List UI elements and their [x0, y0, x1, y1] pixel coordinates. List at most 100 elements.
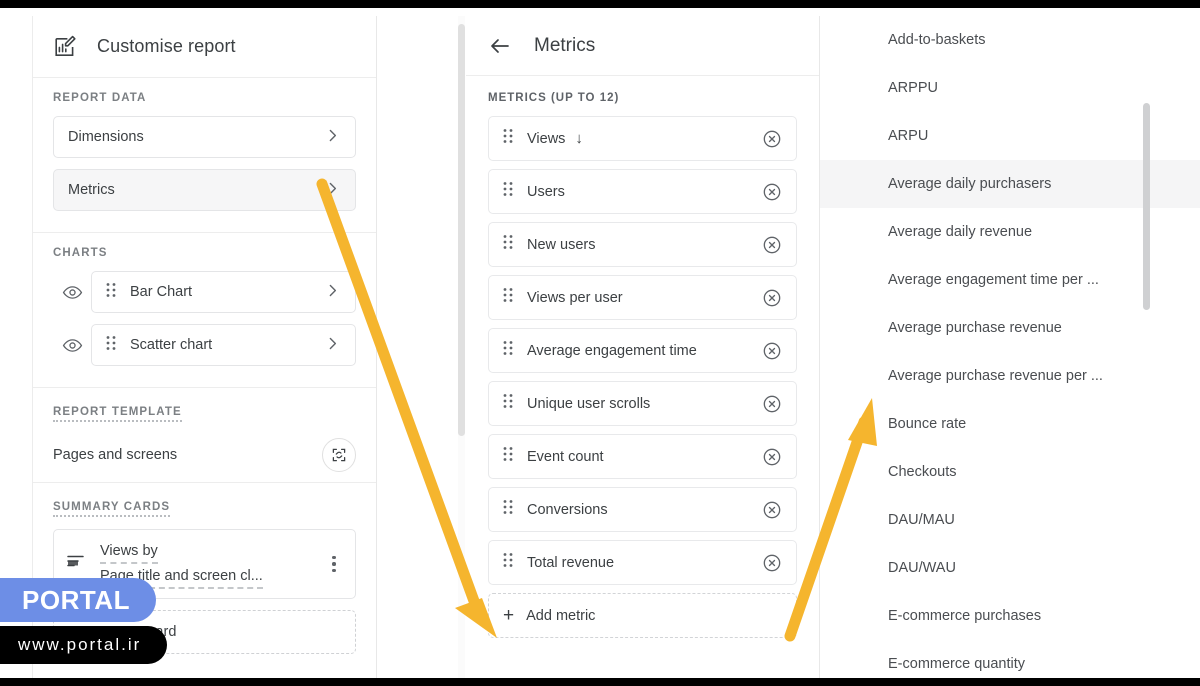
- option-label: Average daily revenue: [888, 224, 1032, 240]
- metrics-panel: Metrics METRICS (UP TO 12) Views ↓: [466, 16, 820, 678]
- scatter-chart-label: Scatter chart: [130, 337, 324, 353]
- remove-metric-icon[interactable]: [762, 129, 782, 149]
- metric-label-wrap: Users: [527, 184, 762, 200]
- summary-cards-label: SUMMARY CARDS: [53, 501, 170, 517]
- metric-row[interactable]: Event count: [488, 434, 797, 479]
- charts-section: CHARTS Bar Cha: [33, 233, 376, 388]
- metrics-count-label: METRICS (UP TO 12): [488, 92, 797, 104]
- list-item[interactable]: Checkouts: [820, 448, 1200, 496]
- watermark-brand: PORTAL: [0, 578, 156, 622]
- bar-chart-item[interactable]: Bar Chart: [91, 271, 356, 313]
- metric-label: Average engagement time: [527, 343, 697, 359]
- drag-handle-icon[interactable]: [106, 282, 118, 302]
- drag-handle-icon[interactable]: [503, 181, 515, 202]
- remove-metric-icon[interactable]: [762, 182, 782, 202]
- metric-row[interactable]: Views ↓: [488, 116, 797, 161]
- chevron-right-icon: [324, 127, 341, 148]
- option-label: Checkouts: [888, 464, 957, 480]
- option-label: ARPU: [888, 128, 928, 144]
- metric-row[interactable]: Unique user scrolls: [488, 381, 797, 426]
- list-item[interactable]: Add-to-baskets: [820, 16, 1200, 64]
- metric-label-wrap: Total revenue: [527, 555, 762, 571]
- metric-label-wrap: Views per user: [527, 290, 762, 306]
- dimensions-row[interactable]: Dimensions: [53, 116, 356, 158]
- drag-handle-icon[interactable]: [503, 128, 515, 149]
- drag-handle-icon[interactable]: [503, 499, 515, 520]
- metric-row[interactable]: Total revenue: [488, 540, 797, 585]
- metric-row[interactable]: Conversions: [488, 487, 797, 532]
- metric-label: Users: [527, 184, 565, 200]
- link-template-icon[interactable]: [322, 438, 356, 472]
- metric-label-wrap: Unique user scrolls: [527, 396, 762, 412]
- right-panel-scrollbar-thumb[interactable]: [1143, 103, 1150, 310]
- report-template-name: Pages and screens: [53, 447, 177, 463]
- kebab-menu-icon[interactable]: [325, 556, 343, 573]
- option-label: Average purchase revenue per ...: [888, 368, 1103, 384]
- metric-row[interactable]: Average engagement time: [488, 328, 797, 373]
- metrics-label: Metrics: [68, 182, 324, 198]
- drag-handle-icon[interactable]: [503, 446, 515, 467]
- metric-label-wrap: Average engagement time: [527, 343, 762, 359]
- drag-handle-icon[interactable]: [503, 287, 515, 308]
- list-item[interactable]: DAU/MAU: [820, 496, 1200, 544]
- option-label: Bounce rate: [888, 416, 966, 432]
- metric-label: Unique user scrolls: [527, 396, 650, 412]
- metric-label: Views per user: [527, 290, 623, 306]
- metric-label: Views: [527, 131, 565, 147]
- drag-handle-icon[interactable]: [106, 335, 118, 355]
- scatter-chart-item[interactable]: Scatter chart: [91, 324, 356, 366]
- remove-metric-icon[interactable]: [762, 235, 782, 255]
- list-item[interactable]: E-commerce purchases: [820, 592, 1200, 640]
- list-item[interactable]: Bounce rate: [820, 400, 1200, 448]
- option-label: Average purchase revenue: [888, 320, 1062, 336]
- drag-handle-icon[interactable]: [503, 340, 515, 361]
- add-metric-button[interactable]: + Add metric: [488, 593, 797, 638]
- eye-visibility-icon[interactable]: [53, 282, 91, 303]
- metric-label: Conversions: [527, 502, 608, 518]
- metrics-panel-title: Metrics: [534, 35, 595, 57]
- charts-label: CHARTS: [53, 247, 356, 259]
- list-item[interactable]: E-commerce quantity: [820, 640, 1200, 678]
- chevron-right-icon: [324, 335, 341, 356]
- remove-metric-icon[interactable]: [762, 500, 782, 520]
- report-data-section: REPORT DATA Dimensions Metrics: [33, 78, 376, 233]
- option-label: DAU/MAU: [888, 512, 955, 528]
- drag-handle-icon[interactable]: [503, 393, 515, 414]
- summary-card-line1: Views by: [100, 541, 158, 564]
- chevron-right-icon: [324, 180, 341, 201]
- metric-row[interactable]: Users: [488, 169, 797, 214]
- remove-metric-icon[interactable]: [762, 394, 782, 414]
- metrics-row[interactable]: Metrics: [53, 169, 356, 211]
- remove-metric-icon[interactable]: [762, 553, 782, 573]
- metric-label-wrap: New users: [527, 237, 762, 253]
- mid-panel-scrollbar-thumb[interactable]: [458, 24, 465, 436]
- drag-handle-icon[interactable]: [503, 552, 515, 573]
- remove-metric-icon[interactable]: [762, 341, 782, 361]
- bar-chart-label: Bar Chart: [130, 284, 324, 300]
- metric-row[interactable]: New users: [488, 222, 797, 267]
- remove-metric-icon[interactable]: [762, 447, 782, 467]
- eye-visibility-icon[interactable]: [53, 335, 91, 356]
- list-item[interactable]: DAU/WAU: [820, 544, 1200, 592]
- report-template-label: REPORT TEMPLATE: [53, 406, 182, 422]
- metric-label: New users: [527, 237, 596, 253]
- remove-metric-icon[interactable]: [762, 288, 782, 308]
- option-label: E-commerce purchases: [888, 608, 1041, 624]
- watermark-url-text: www.portal.ir: [18, 635, 141, 655]
- dimensions-label: Dimensions: [68, 129, 324, 145]
- option-label: Add-to-baskets: [888, 32, 986, 48]
- app-screen: Customise report REPORT DATA Dimensions …: [0, 8, 1200, 678]
- sort-descending-icon[interactable]: ↓: [575, 130, 583, 147]
- report-data-label: REPORT DATA: [53, 92, 356, 104]
- list-item[interactable]: Average purchase revenue per ...: [820, 352, 1200, 400]
- metric-label-wrap: Views ↓: [527, 130, 762, 147]
- metric-label-wrap: Event count: [527, 449, 762, 465]
- list-item[interactable]: Average purchase revenue: [820, 304, 1200, 352]
- plus-icon: +: [503, 606, 514, 625]
- report-template-section: REPORT TEMPLATE Pages and screens: [33, 388, 376, 483]
- drag-handle-icon[interactable]: [503, 234, 515, 255]
- back-arrow-icon[interactable]: [488, 34, 512, 58]
- report-edit-icon: [53, 35, 77, 59]
- metric-row[interactable]: Views per user: [488, 275, 797, 320]
- report-template-row: Pages and screens: [53, 438, 356, 472]
